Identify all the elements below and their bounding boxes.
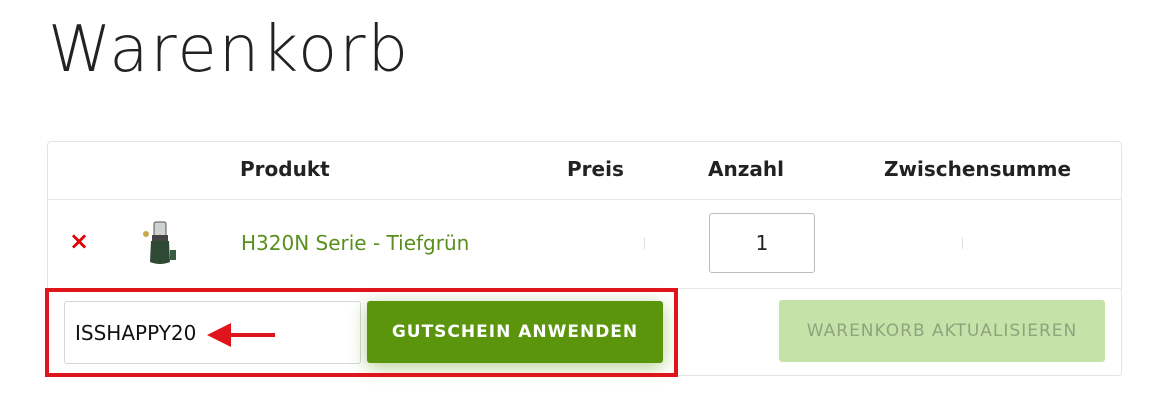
product-name-link[interactable]: H320N Serie - Tiefgrün (241, 231, 469, 255)
remove-item-icon[interactable]: × (68, 229, 90, 253)
page-title: Warenkorb (48, 13, 411, 87)
header-quantity: Anzahl (708, 157, 784, 181)
header-price: Preis (567, 157, 624, 181)
highlight-annotation-box (45, 288, 678, 377)
header-divider (48, 199, 1121, 200)
subtotal-value (962, 237, 963, 249)
header-product: Produkt (240, 157, 330, 181)
header-subtotal: Zwischensumme (884, 157, 1072, 181)
update-cart-button[interactable]: WARENKORB AKTUALISIEREN (779, 300, 1105, 362)
quantity-input[interactable] (709, 213, 815, 273)
product-thumbnail[interactable] (138, 220, 182, 266)
price-value (644, 237, 645, 249)
